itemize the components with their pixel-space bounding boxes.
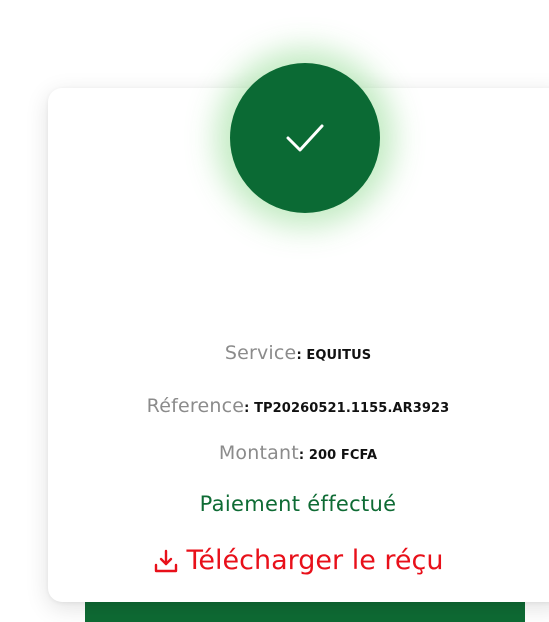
reference-row: Réference: TP20260521.1155.AR3923	[48, 395, 548, 417]
service-value: EQUITUS	[306, 348, 372, 363]
reference-label: Réference	[146, 395, 245, 417]
amount-label: Montant	[218, 442, 299, 464]
reference-separator: :	[244, 401, 255, 416]
download-icon	[154, 549, 177, 572]
amount-separator: :	[298, 448, 309, 463]
amount-row: Montant: 200 FCFA	[48, 442, 548, 464]
success-badge	[230, 63, 380, 213]
service-label: Service	[224, 342, 297, 364]
payment-status: Paiement éffectué	[199, 492, 397, 516]
reference-value: TP20260521.1155.AR3923	[254, 401, 450, 416]
amount-value: 200 FCFA	[308, 448, 378, 463]
service-row: Service: EQUITUS	[48, 342, 548, 364]
service-separator: :	[296, 348, 307, 363]
download-receipt-label[interactable]: Télécharger le réçu	[187, 545, 444, 576]
download-receipt-link[interactable]: Télécharger le réçu	[48, 545, 548, 576]
checkmark-icon	[286, 124, 324, 152]
payment-success-screen: Service: EQUITUS Réference: TP20260521.1…	[0, 0, 549, 622]
